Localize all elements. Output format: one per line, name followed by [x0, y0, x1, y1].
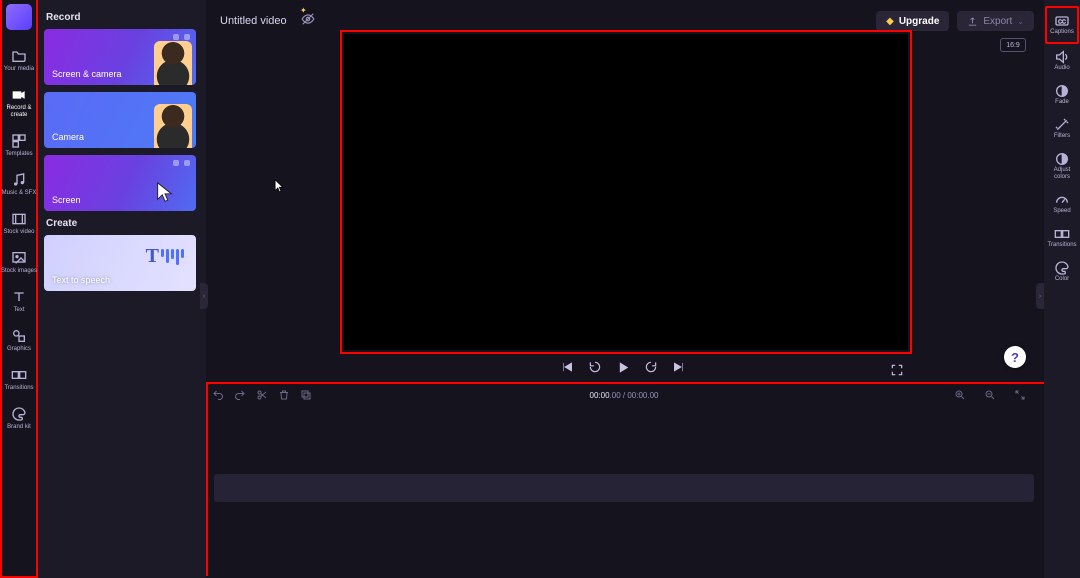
wand-icon: [1054, 117, 1070, 133]
prop-speed[interactable]: Speed: [1045, 187, 1079, 221]
rail-text[interactable]: Text: [1, 285, 37, 318]
prop-adjust-colors[interactable]: Adjust colors: [1045, 146, 1079, 187]
duplicate-button[interactable]: [300, 389, 312, 401]
right-property-rail: CC Captions Audio Fade Filters Adjust co…: [1044, 0, 1080, 578]
palette-icon: [1054, 260, 1070, 276]
timeline-timecode: 00:00.00 / 00:00.00: [590, 391, 659, 400]
rail-stock-images[interactable]: Stock images: [1, 246, 37, 279]
preview-outline: [340, 30, 912, 354]
step-forward-button[interactable]: [644, 360, 658, 374]
undo-button[interactable]: [212, 389, 224, 401]
captions-icon: CC: [1054, 13, 1070, 29]
playback-controls: [560, 360, 686, 374]
delete-button[interactable]: [278, 389, 290, 401]
upload-icon: [967, 16, 978, 27]
rail-templates[interactable]: Templates: [1, 129, 37, 162]
folder-icon: [11, 48, 27, 64]
play-button[interactable]: [616, 360, 630, 374]
app-logo[interactable]: [6, 4, 32, 30]
card-label: Screen & camera: [52, 69, 122, 79]
collapse-right-panel[interactable]: ›: [1036, 283, 1044, 309]
rail-record-create[interactable]: Record & create: [1, 83, 37, 123]
export-label: Export: [983, 16, 1012, 27]
rail-stock-video[interactable]: Stock video: [1, 207, 37, 240]
zoom-out-button[interactable]: [984, 389, 996, 401]
card-label: Screen: [52, 195, 81, 205]
left-tool-rail: Your media Record & create Templates Mus…: [0, 0, 38, 578]
transitions-icon: [1054, 226, 1070, 242]
record-create-panel: Record Screen & camera Camera Screen Cre…: [38, 0, 206, 578]
sparkle-icon: ✦: [300, 6, 307, 15]
chevron-down-icon: ⌄: [1017, 17, 1024, 26]
card-label: Text to speech: [52, 275, 110, 285]
zoom-in-button[interactable]: [954, 389, 966, 401]
rail-brand-kit[interactable]: Brand kit: [1, 402, 37, 435]
prop-transitions[interactable]: Transitions: [1045, 221, 1079, 255]
gem-icon: ◆: [886, 16, 894, 27]
export-button[interactable]: Export ⌄: [957, 11, 1034, 31]
zoom-fit-button[interactable]: [1014, 389, 1026, 401]
aspect-ratio-button[interactable]: 16:9: [1000, 38, 1026, 52]
upgrade-label: Upgrade: [899, 16, 940, 27]
camcorder-icon: [11, 87, 27, 103]
card-screen[interactable]: Screen: [44, 155, 196, 211]
filmstrip-icon: [11, 211, 27, 227]
image-icon: [11, 250, 27, 266]
split-button[interactable]: [256, 389, 268, 401]
prop-filters[interactable]: Filters: [1045, 112, 1079, 146]
collapse-left-panel[interactable]: ‹: [200, 283, 208, 309]
palette-icon: [11, 406, 27, 422]
cursor-icon: [154, 181, 176, 203]
templates-icon: [11, 133, 27, 149]
rail-graphics[interactable]: Graphics: [1, 324, 37, 357]
mouse-cursor: [274, 179, 284, 193]
help-button[interactable]: ?: [1004, 346, 1026, 368]
shapes-icon: [11, 328, 27, 344]
prop-color[interactable]: Color: [1045, 255, 1079, 289]
avatar-thumbnail: [154, 104, 192, 148]
upgrade-button[interactable]: ◆ Upgrade: [876, 11, 949, 31]
panel-record-heading: Record: [46, 12, 198, 23]
speaker-icon: [1054, 49, 1070, 65]
timeline-toolbar: 00:00.00 / 00:00.00: [212, 388, 1036, 402]
rail-music-sfx[interactable]: Music & SFX: [1, 168, 37, 201]
project-title[interactable]: Untitled video: [214, 13, 293, 29]
redo-button[interactable]: [234, 389, 246, 401]
text-icon: [11, 289, 27, 305]
panel-create-heading: Create: [46, 218, 198, 229]
contrast-icon: [1054, 151, 1070, 167]
card-text-to-speech[interactable]: T Text to speech: [44, 235, 196, 291]
tts-graphic: T: [146, 245, 184, 268]
skip-end-button[interactable]: [672, 360, 686, 374]
step-back-button[interactable]: [588, 360, 602, 374]
music-icon: [11, 172, 27, 188]
timeline-track[interactable]: [214, 474, 1034, 502]
fullscreen-button[interactable]: [890, 363, 904, 377]
card-label: Camera: [52, 132, 84, 142]
svg-text:CC: CC: [1058, 20, 1066, 26]
prop-captions[interactable]: CC Captions: [1045, 6, 1079, 44]
avatar-thumbnail: [154, 41, 192, 85]
transitions-icon: [11, 367, 27, 383]
rail-your-media[interactable]: Your media: [1, 44, 37, 77]
preview-canvas[interactable]: [344, 34, 908, 350]
fade-icon: [1054, 83, 1070, 99]
prop-audio[interactable]: Audio: [1045, 44, 1079, 78]
card-screen-and-camera[interactable]: Screen & camera: [44, 29, 196, 85]
rail-transitions[interactable]: Transitions: [1, 363, 37, 396]
gauge-icon: [1054, 192, 1070, 208]
card-camera[interactable]: Camera: [44, 92, 196, 148]
top-bar: Untitled video ✦ ◆ Upgrade Export ⌄: [214, 10, 1034, 32]
prop-fade[interactable]: Fade: [1045, 78, 1079, 112]
skip-start-button[interactable]: [560, 360, 574, 374]
